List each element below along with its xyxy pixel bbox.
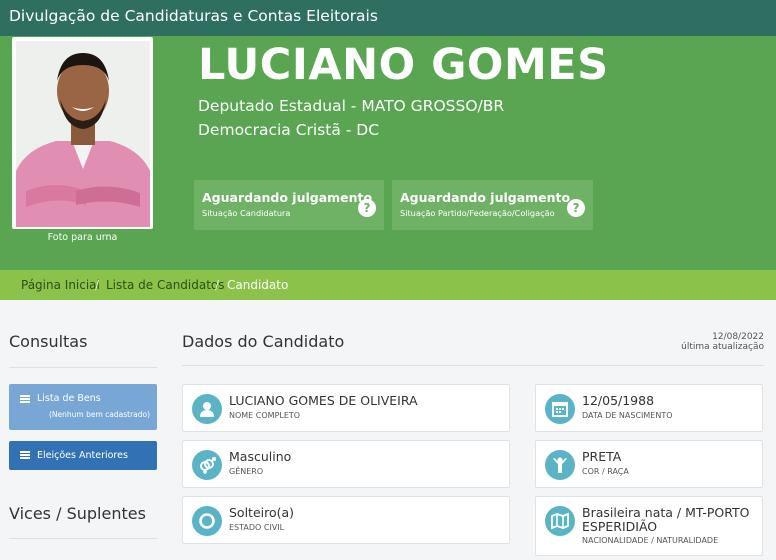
status-subtitle: Situação Partido/Federação/Coligação	[400, 208, 555, 218]
eleicoes-anteriores-button[interactable]: Eleições Anteriores	[9, 441, 157, 470]
nascimento-label: Data de nascimento	[582, 411, 673, 420]
breadcrumb-home[interactable]: Página Inicial	[21, 278, 100, 292]
nacionalidade-label: Nacionalidade / Naturalidade	[582, 536, 719, 545]
cor-value: PRETA	[582, 449, 622, 464]
nome-value: LUCIANO GOMES DE OLIVEIRA	[229, 393, 418, 408]
dados-heading: Dados do Candidato	[182, 332, 345, 351]
nascimento-value: 12/05/1988	[582, 393, 655, 408]
lista-bens-label: Lista de Bens	[37, 393, 101, 404]
breadcrumb: Página Inicial / Lista de Candidatos / C…	[0, 270, 776, 300]
map-icon	[545, 506, 575, 536]
cor-label: Cor / Raça	[582, 467, 629, 476]
vices-heading: Vices / Suplentes	[9, 504, 146, 523]
estado-civil-label: Estado civil	[229, 523, 285, 532]
breadcrumb-separator: /	[95, 278, 100, 292]
consultas-heading: Consultas	[9, 332, 88, 351]
gender-icon	[192, 450, 222, 480]
ring-icon	[192, 506, 222, 536]
list-icon	[20, 451, 30, 459]
status-title: Aguardando julgamento	[202, 190, 373, 205]
candidate-office: Deputado Estadual - MATO GROSSO/BR	[198, 97, 505, 115]
breadcrumb-candidate-list[interactable]: Lista de Candidatos	[106, 278, 225, 292]
info-card-estado-civil: Solteiro(a) Estado civil	[182, 496, 510, 544]
question-icon[interactable]: ?	[567, 199, 585, 217]
nome-label: Nome completo	[229, 411, 301, 420]
candidate-photo	[16, 41, 150, 227]
person-raised-arms-icon	[545, 450, 575, 480]
lista-bens-button[interactable]: Lista de Bens (Nenhum bem cadastrado)	[9, 384, 157, 430]
top-bar: Divulgação de Candidaturas e Contas Elei…	[0, 0, 776, 36]
candidate-party: Democracia Cristã - DC	[198, 121, 380, 139]
list-icon	[20, 395, 30, 403]
last-update-date: 12/08/2022	[712, 332, 764, 342]
info-card-nascimento: 12/05/1988 Data de nascimento	[535, 384, 763, 432]
status-card-candidatura: Aguardando julgamento Situação Candidatu…	[194, 180, 384, 230]
question-icon[interactable]: ?	[358, 199, 376, 217]
genero-value: Masculino	[229, 449, 292, 464]
eleicoes-anteriores-label: Eleições Anteriores	[37, 450, 128, 461]
user-icon	[192, 394, 222, 424]
divider	[9, 538, 157, 539]
divider	[9, 367, 157, 368]
status-subtitle: Situação Candidatura	[202, 208, 291, 218]
lista-bens-sublabel: (Nenhum bem cadastrado)	[49, 410, 151, 419]
genero-label: Gênero	[229, 467, 264, 476]
breadcrumb-current: Candidato	[227, 278, 289, 292]
candidate-name: LUCIANO GOMES	[198, 40, 609, 90]
info-card-nome: LUCIANO GOMES DE OLIVEIRA Nome completo	[182, 384, 510, 432]
status-card-partido: Aguardando julgamento Situação Partido/F…	[392, 180, 593, 230]
info-card-cor: PRETA Cor / Raça	[535, 440, 763, 488]
last-update-label: última atualização	[681, 342, 764, 352]
calendar-icon	[545, 394, 575, 424]
divider	[182, 365, 764, 366]
info-card-genero: Masculino Gênero	[182, 440, 510, 488]
estado-civil-value: Solteiro(a)	[229, 505, 295, 520]
app-title: Divulgação de Candidaturas e Contas Elei…	[9, 7, 378, 25]
photo-caption: Foto para urna	[47, 232, 118, 243]
nacionalidade-value: Brasileira nata / MT-PORTO ESPERIDIÃO	[582, 505, 750, 534]
status-title: Aguardando julgamento	[400, 190, 571, 205]
info-card-nacionalidade: Brasileira nata / MT-PORTO ESPERIDIÃO Na…	[535, 496, 763, 556]
breadcrumb-separator: /	[215, 278, 220, 292]
